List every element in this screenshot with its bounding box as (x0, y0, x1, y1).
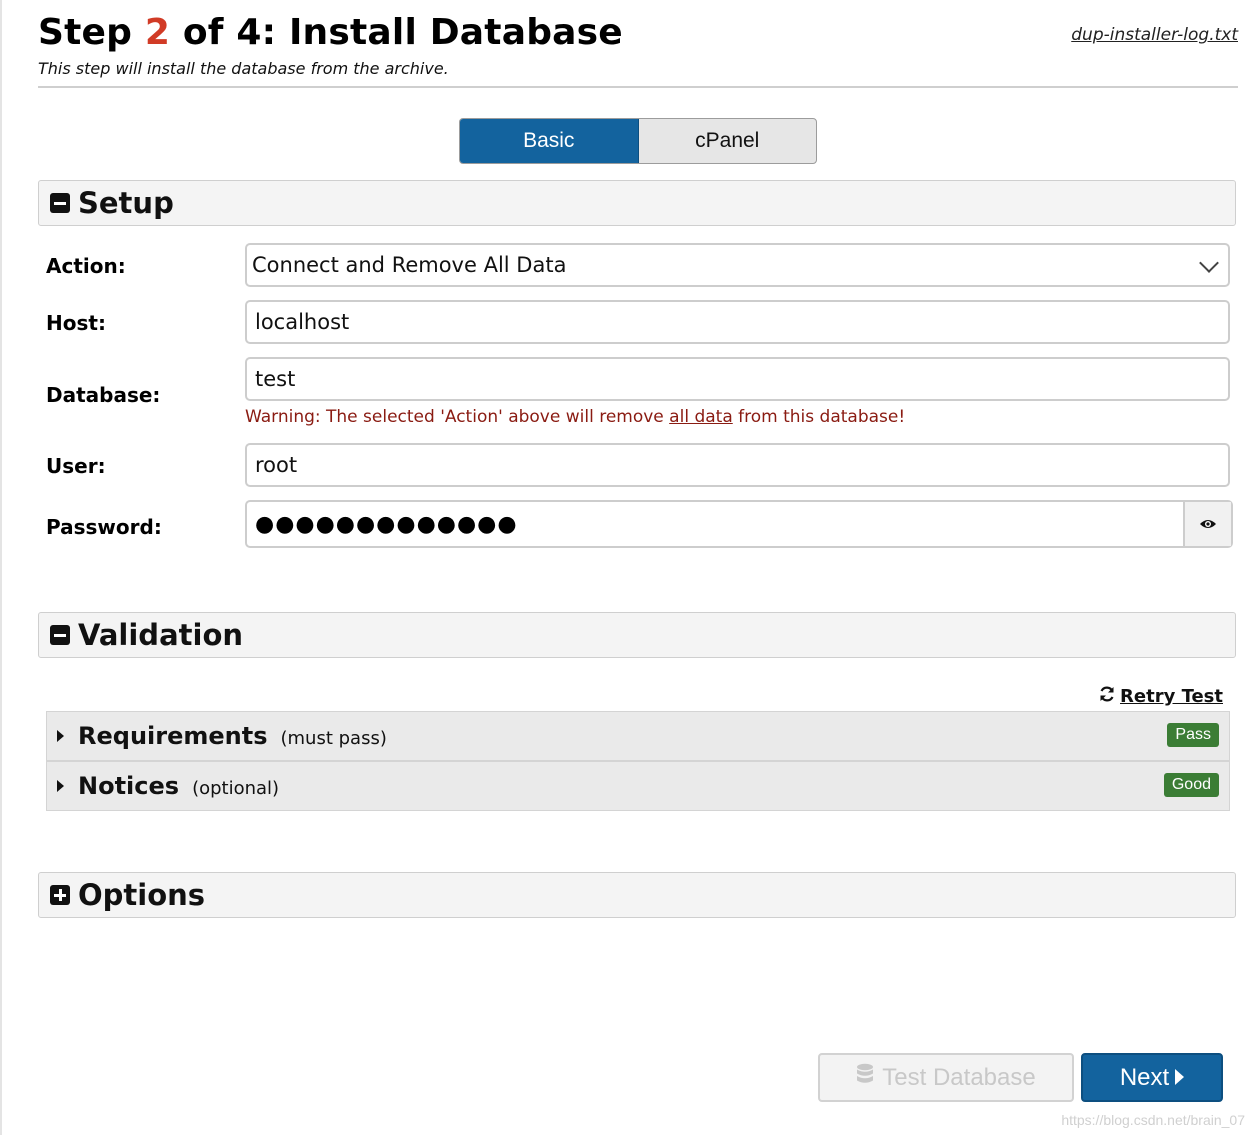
left-border (0, 0, 2, 1135)
password-input[interactable]: ●●●●●●●●●●●●● (247, 502, 1185, 546)
user-input-value: root (255, 453, 298, 477)
refresh-icon (1098, 685, 1116, 708)
caret-right-icon (57, 780, 64, 792)
next-label: Next (1119, 1063, 1170, 1091)
watermark: https://blog.csdn.net/brain_07 (1061, 1112, 1245, 1128)
action-select-value: Connect and Remove All Data (252, 253, 567, 277)
collapse-icon (50, 625, 70, 645)
warning-text-start: Warning: The selected 'Action' above wil… (245, 407, 670, 427)
title-suffix: of 4: Install Database (170, 12, 623, 53)
collapse-icon (50, 193, 70, 213)
installer-log-link[interactable]: dup-installer-log.txt (1071, 25, 1238, 45)
requirements-row[interactable]: Requirements (must pass) Pass (46, 711, 1230, 761)
password-label: Password: (46, 515, 162, 539)
host-input[interactable]: localhost (245, 300, 1230, 344)
database-warning: Warning: The selected 'Action' above wil… (245, 407, 905, 427)
warning-text-end: from this database! (732, 407, 906, 427)
options-section-header[interactable]: Options (38, 872, 1236, 918)
expand-icon (50, 885, 70, 905)
validation-section-title: Validation (78, 618, 244, 652)
warning-emphasis: all data (669, 407, 733, 427)
action-label: Action: (46, 254, 126, 278)
host-input-value: localhost (255, 310, 350, 334)
setup-section-header[interactable]: Setup (38, 180, 1236, 226)
title-prefix: Step (38, 12, 145, 53)
next-button[interactable]: Next (1081, 1053, 1223, 1102)
notices-title: Notices (78, 772, 180, 800)
caret-right-icon (1175, 1064, 1185, 1092)
validation-section-header[interactable]: Validation (38, 612, 1236, 658)
status-badge: Pass (1167, 723, 1219, 747)
database-label: Database: (46, 383, 161, 407)
tab-cpanel[interactable]: cPanel (639, 119, 817, 163)
database-input[interactable]: test (245, 357, 1230, 401)
requirements-title: Requirements (78, 722, 268, 750)
tab-basic[interactable]: Basic (460, 119, 639, 163)
page-subtitle: This step will install the database from… (38, 59, 449, 78)
status-badge: Good (1163, 773, 1219, 797)
action-select[interactable]: Connect and Remove All Data (245, 243, 1230, 287)
password-input-value: ●●●●●●●●●●●●● (255, 511, 518, 537)
caret-right-icon (57, 730, 64, 742)
retry-test-label: Retry Test (1120, 686, 1223, 707)
setup-section-title: Setup (78, 186, 174, 220)
user-label: User: (46, 454, 106, 478)
password-group: ●●●●●●●●●●●●● (245, 500, 1233, 548)
database-input-value: test (255, 367, 296, 391)
requirements-note: (must pass) (280, 727, 387, 749)
retry-test-link[interactable]: Retry Test (1098, 685, 1223, 708)
mode-toggle: Basic cPanel (459, 118, 817, 164)
options-section-title: Options (78, 878, 206, 912)
host-label: Host: (46, 311, 106, 335)
step-number: 2 (144, 12, 171, 53)
user-input[interactable]: root (245, 443, 1230, 487)
test-database-button[interactable]: Test Database (818, 1053, 1074, 1102)
database-icon (856, 1063, 874, 1092)
notices-note: (optional) (192, 777, 280, 799)
page-title: Step 2 of 4: Install Database (38, 12, 623, 53)
notices-row[interactable]: Notices (optional) Good (46, 761, 1230, 811)
header-divider (38, 86, 1238, 88)
eye-icon (1199, 515, 1217, 534)
chevron-down-icon (1199, 253, 1219, 273)
test-database-label: Test Database (882, 1063, 1036, 1091)
show-password-button[interactable] (1185, 502, 1231, 546)
